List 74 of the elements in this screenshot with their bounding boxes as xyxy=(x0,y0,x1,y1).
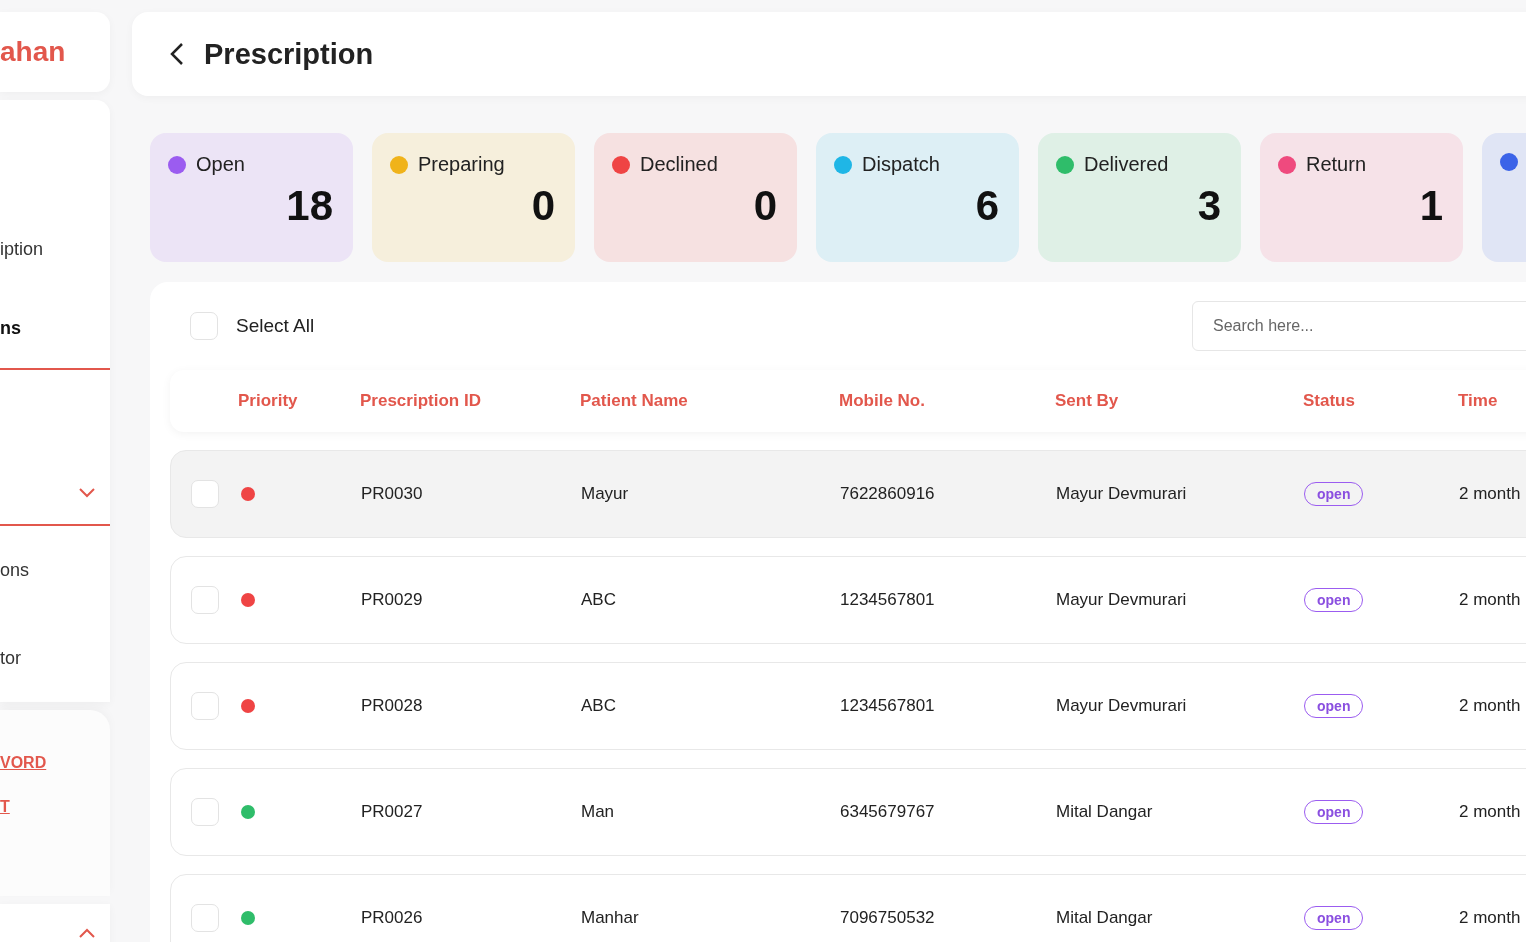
table-cell-text: Man xyxy=(581,802,616,822)
status-card[interactable]: Open 18 xyxy=(150,133,353,262)
status-label: Open xyxy=(196,153,245,176)
column-header: Sent By xyxy=(1055,391,1120,411)
sidebar-item[interactable]: ons xyxy=(0,526,110,614)
table-cell-text: 6345679767 xyxy=(840,802,936,822)
search-field[interactable]: Search here... xyxy=(1192,301,1526,351)
column-header: Status xyxy=(1303,391,1356,411)
column-header: Mobile No. xyxy=(839,391,926,411)
table-row[interactable]: PR0029 ABC 1234567801 Mayur Devmurari open 2 month xyxy=(170,556,1526,644)
table-cell-text: PR0028 xyxy=(361,696,424,716)
column-header: Prescription ID xyxy=(360,391,482,411)
table-cell-text: PR0026 xyxy=(361,908,424,928)
chevron-down-icon[interactable] xyxy=(78,487,96,498)
table-cell-text: Mayur Devmurari xyxy=(1056,696,1188,716)
table-cell-text: ABC xyxy=(581,590,617,610)
column-header: Patient Name xyxy=(580,391,689,411)
status-card[interactable]: Return 1 xyxy=(1260,133,1463,262)
status-count: 18 xyxy=(286,182,333,230)
row-checkbox[interactable] xyxy=(191,586,219,614)
page-title: Prescription xyxy=(204,37,374,71)
back-icon[interactable] xyxy=(170,42,184,66)
column-header: Priority xyxy=(238,391,299,411)
status-card[interactable]: Declined 0 xyxy=(594,133,797,262)
status-count: 1 xyxy=(1419,182,1443,230)
table-cell-text: Mital Dangar xyxy=(1056,908,1154,928)
table-row[interactable]: PR0027 Man 6345679767 Mital Dangar open 2 month xyxy=(170,768,1526,856)
row-checkbox[interactable] xyxy=(191,798,219,826)
table-cell-text: 2 month xyxy=(1459,484,1522,504)
table-cell-text: 2 month xyxy=(1459,908,1522,928)
table-row[interactable]: PR0028 ABC 1234567801 Mayur Devmurari open 2 month xyxy=(170,662,1526,750)
table-cell-text: Mayur Devmurari xyxy=(1056,590,1188,610)
select-all-checkbox[interactable] xyxy=(190,312,218,340)
row-checkbox[interactable] xyxy=(191,692,219,720)
row-checkbox[interactable] xyxy=(191,480,219,508)
sidebar-item[interactable]: tor xyxy=(0,614,110,702)
column-header: Time xyxy=(1458,391,1499,411)
table-cell-text: ABC xyxy=(581,696,617,716)
select-all-label: Select All xyxy=(236,315,315,337)
status-count: 6 xyxy=(975,182,999,230)
table-cell-text: 1234567801 xyxy=(840,696,936,716)
table-row[interactable]: PR0030 Mayur 7622860916 Mayur Devmurari open 2 month xyxy=(170,450,1526,538)
table-cell-text: PR0027 xyxy=(361,802,424,822)
status-card[interactable]: Delivered 3 xyxy=(1038,133,1241,262)
sidebar-item[interactable]: ns xyxy=(0,288,110,370)
table-cell-text: PR0030 xyxy=(361,484,424,504)
table-cell-text: Mital Dangar xyxy=(1056,802,1154,822)
table-cell-text: Mayur Devmurari xyxy=(1056,484,1188,504)
table-cell-text: Manhar xyxy=(581,908,640,928)
chevron-up-icon[interactable] xyxy=(78,927,96,939)
status-card[interactable]: Dispatch 6 xyxy=(816,133,1019,262)
status-label: Dispatch xyxy=(862,153,940,176)
table-cell-text: 1234567801 xyxy=(840,590,936,610)
logo: ahan xyxy=(0,36,66,68)
table-cell-text: 2 month xyxy=(1459,590,1522,610)
row-checkbox[interactable] xyxy=(191,904,219,932)
status-label: Return xyxy=(1306,153,1367,176)
table-cell-text: 2 month xyxy=(1459,696,1522,716)
status-count: 3 xyxy=(1197,182,1221,230)
status-count: 0 xyxy=(531,182,555,230)
table-cell-text: 2 month xyxy=(1459,802,1522,822)
status-count: 0 xyxy=(753,182,777,230)
table-cell-text: PR0029 xyxy=(361,590,424,610)
account-link[interactable]: VORD xyxy=(0,754,47,771)
status-label: Declined xyxy=(640,153,718,176)
table-cell-text: 7096750532 xyxy=(840,908,936,928)
status-label: Delivered xyxy=(1084,153,1169,176)
status-card[interactable]: Preparing 0 xyxy=(372,133,575,262)
table-cell-text: 7622860916 xyxy=(840,484,936,504)
status-label: Preparing xyxy=(418,153,505,176)
table-row[interactable]: PR0026 Manhar 7096750532 Mital Dangar open 2 month xyxy=(170,874,1526,942)
account-link[interactable]: T xyxy=(0,798,10,815)
sidebar-item[interactable]: iption xyxy=(0,210,110,288)
table-cell-text: Mayur xyxy=(581,484,630,504)
